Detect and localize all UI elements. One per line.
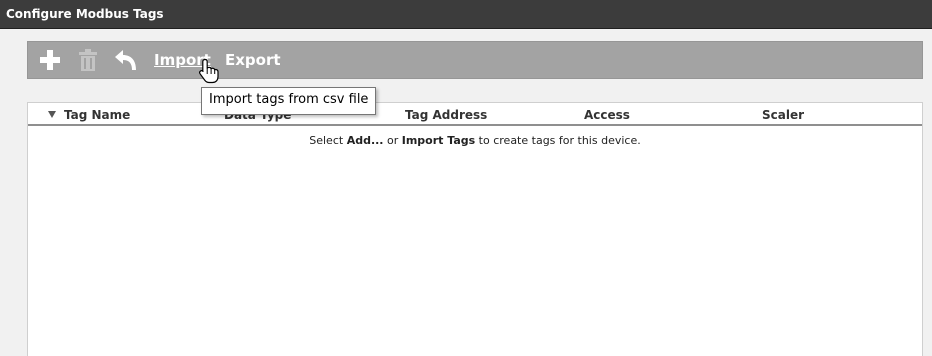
window-title: Configure Modbus Tags: [6, 7, 164, 21]
empty-grid-message: Select Add... or Import Tags to create t…: [309, 134, 641, 147]
trash-icon[interactable]: [76, 48, 100, 72]
column-header-access[interactable]: Access: [584, 108, 630, 122]
plus-icon[interactable]: [38, 48, 62, 72]
tags-grid: Tag Name Data Type Tag Address Access Sc…: [27, 102, 923, 356]
export-link[interactable]: Export: [225, 51, 281, 69]
import-tags-keyword: Import Tags: [401, 134, 476, 147]
window-titlebar: Configure Modbus Tags: [0, 0, 932, 29]
undo-arrow-icon[interactable]: [114, 48, 138, 72]
sort-down-triangle-icon: [48, 111, 56, 118]
import-tooltip: Import tags from csv file: [201, 87, 377, 115]
toolbar: Import Export: [27, 41, 923, 79]
column-header-tag-address[interactable]: Tag Address: [405, 108, 487, 122]
add-keyword: Add...: [346, 134, 384, 147]
column-header-tag-name[interactable]: Tag Name: [48, 108, 130, 122]
grid-header: Tag Name Data Type Tag Address Access Sc…: [28, 102, 922, 126]
hand-pointer-cursor-icon: [199, 58, 219, 84]
column-header-scaler[interactable]: Scaler: [762, 108, 804, 122]
